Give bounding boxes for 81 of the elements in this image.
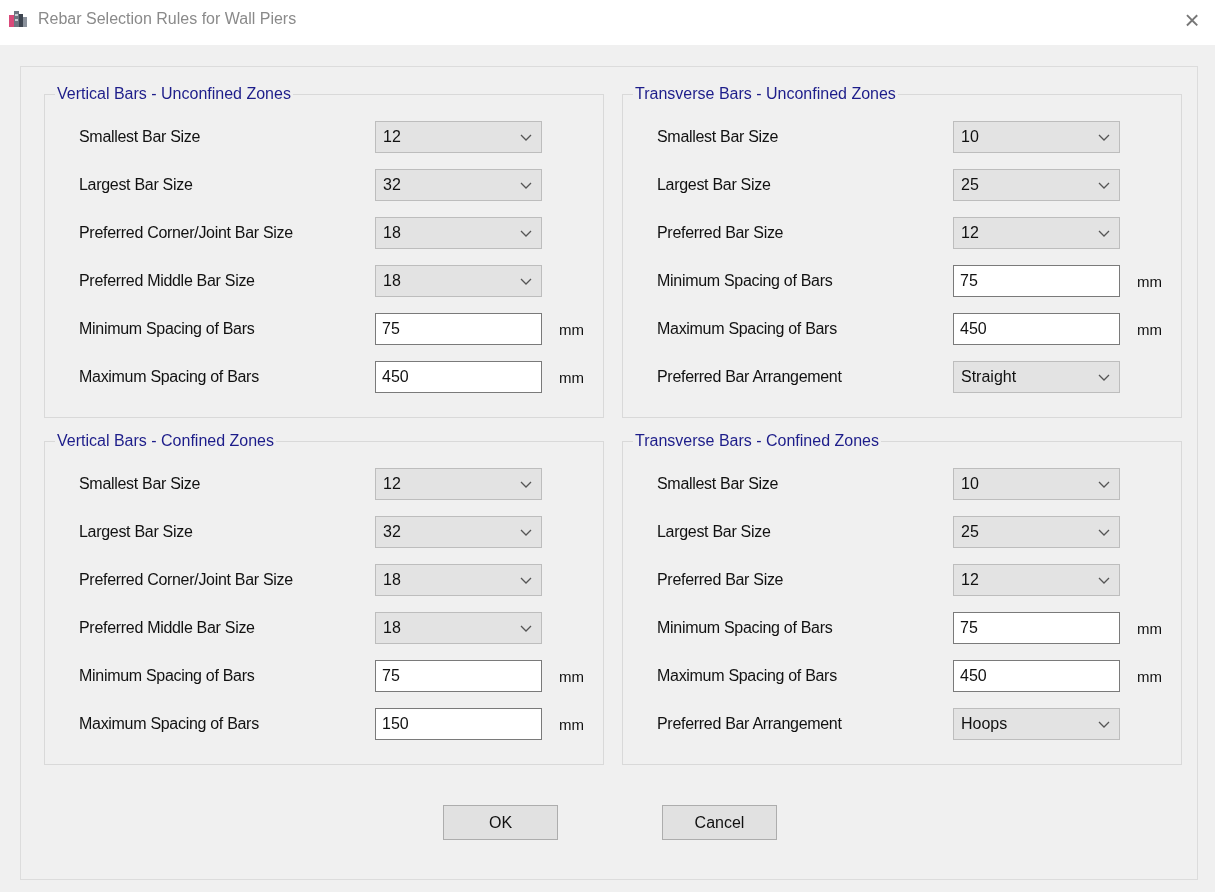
close-button[interactable]: × [1169,5,1215,36]
caret-icon [520,229,532,237]
field-label: Maximum Spacing of Bars [79,368,260,386]
dialog-button[interactable]: Cancel [662,805,777,840]
caret-icon [520,624,532,632]
field-label: Largest Bar Size [79,176,194,194]
dropdown[interactable]: 32 [375,516,542,548]
caret-icon [1098,528,1110,536]
field-label: Smallest Bar Size [79,128,202,146]
dropdown[interactable]: 25 [953,169,1120,201]
input-field[interactable]: 150 [375,708,542,740]
field-label: Preferred Middle Bar Size [79,272,256,290]
dropdown[interactable]: 25 [953,516,1120,548]
caret-icon [520,181,532,189]
unit-label: mm [559,667,584,685]
input-field[interactable]: 75 [953,265,1120,297]
unit-label: mm [1137,619,1162,637]
caret-icon [520,528,532,536]
input-field[interactable]: 450 [953,660,1120,692]
field-label: Preferred Bar Size [657,571,785,589]
caret-icon [520,576,532,584]
dropdown[interactable]: 32 [375,169,542,201]
field-label: Maximum Spacing of Bars [79,715,260,733]
field-label: Largest Bar Size [657,523,772,541]
input-field[interactable]: 75 [375,313,542,345]
dropdown[interactable]: 10 [953,121,1120,153]
app-icon [9,10,27,27]
unit-label: mm [1137,667,1162,685]
dropdown[interactable]: 12 [953,217,1120,249]
input-field[interactable]: 450 [375,361,542,393]
window-title: Rebar Selection Rules for Wall Piers [38,9,298,28]
group-title: Transverse Bars - Confined Zones [634,432,880,450]
input-field[interactable]: 75 [375,660,542,692]
caret-icon [1098,229,1110,237]
field-label: Preferred Bar Arrangement [657,368,843,386]
dropdown[interactable]: 18 [375,217,542,249]
input-field[interactable]: 450 [953,313,1120,345]
field-label: Smallest Bar Size [657,475,780,493]
field-label: Minimum Spacing of Bars [79,667,256,685]
group-title: Vertical Bars - Confined Zones [56,432,275,450]
dropdown[interactable]: 10 [953,468,1120,500]
caret-icon [520,133,532,141]
dropdown[interactable]: 12 [375,121,542,153]
dropdown[interactable]: 12 [375,468,542,500]
field-label: Preferred Bar Size [657,224,785,242]
dialog-button[interactable]: OK [443,805,558,840]
field-label: Preferred Middle Bar Size [79,619,256,637]
caret-icon [520,480,532,488]
field-label: Smallest Bar Size [79,475,202,493]
group-title: Vertical Bars - Unconfined Zones [56,85,292,103]
field-label: Preferred Corner/Joint Bar Size [79,224,294,242]
unit-label: mm [1137,272,1162,290]
field-label: Preferred Corner/Joint Bar Size [79,571,294,589]
field-label: Minimum Spacing of Bars [79,320,256,338]
group-title: Transverse Bars - Unconfined Zones [634,85,897,103]
unit-label: mm [1137,320,1162,338]
field-label: Preferred Bar Arrangement [657,715,843,733]
field-label: Largest Bar Size [657,176,772,194]
dropdown[interactable]: 18 [375,265,542,297]
field-label: Maximum Spacing of Bars [657,320,838,338]
field-label: Smallest Bar Size [657,128,780,146]
caret-icon [1098,133,1110,141]
dropdown[interactable]: 12 [953,564,1120,596]
dropdown[interactable]: Straight [953,361,1120,393]
field-label: Largest Bar Size [79,523,194,541]
dropdown[interactable]: 18 [375,564,542,596]
field-label: Minimum Spacing of Bars [657,272,834,290]
unit-label: mm [559,715,584,733]
caret-icon [520,277,532,285]
unit-label: mm [559,368,584,386]
caret-icon [1098,480,1110,488]
field-label: Minimum Spacing of Bars [657,619,834,637]
unit-label: mm [559,320,584,338]
caret-icon [1098,576,1110,584]
dropdown[interactable]: 18 [375,612,542,644]
caret-icon [1098,181,1110,189]
dropdown[interactable]: Hoops [953,708,1120,740]
input-field[interactable]: 75 [953,612,1120,644]
caret-icon [1098,720,1110,728]
field-label: Maximum Spacing of Bars [657,667,838,685]
caret-icon [1098,373,1110,381]
